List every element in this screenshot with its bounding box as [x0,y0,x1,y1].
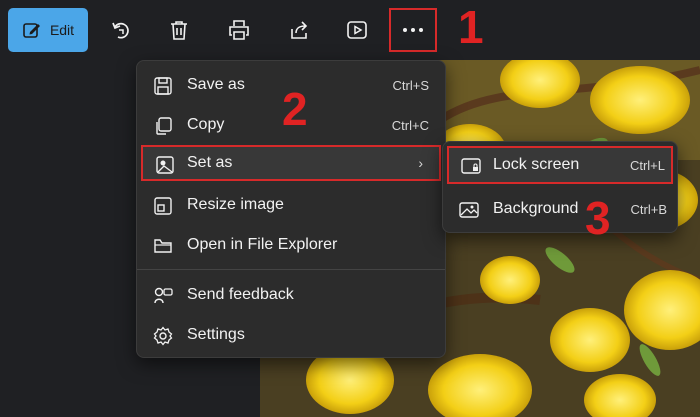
menu-item-shortcut: Ctrl+C [391,117,429,133]
menu-item-label: Open in File Explorer [187,236,338,253]
menu-item-settings[interactable]: Settings [141,317,441,353]
more-options-button[interactable] [389,8,437,52]
step-number-1: 1 [458,1,484,53]
menu-item-set-as[interactable]: Set as › [141,145,441,181]
delete-button[interactable] [164,15,194,45]
copy-icon [156,117,172,135]
chevron-right-icon: › [418,155,423,171]
menu-item-label: Send feedback [187,286,294,303]
resize-icon [154,197,172,215]
rotate-icon [112,22,129,39]
submenu-item-lock-screen[interactable]: Lock screen Ctrl+L [447,146,673,184]
settings-icon [153,326,173,346]
step-number-2: 2 [282,83,308,135]
menu-item-resize-image[interactable]: Resize image [141,187,441,223]
submenu-item-label: Lock screen [493,156,580,173]
more-options-icon [403,28,423,32]
menu-item-label: Settings [187,326,245,343]
rotate-button[interactable] [106,15,136,45]
edit-button[interactable]: Edit [8,8,88,52]
lock-screen-icon [461,158,481,174]
menu-divider [137,269,445,270]
menu-item-shortcut: Ctrl+S [392,77,429,93]
background-icon [459,202,479,218]
submenu-item-shortcut: Ctrl+B [630,201,667,217]
folder-icon [154,239,172,253]
set-as-icon [156,156,174,174]
print-icon [229,20,249,40]
menu-item-label: Copy [187,116,225,133]
slideshow-button[interactable] [342,15,372,45]
set-as-submenu: Lock screen Ctrl+L Background Ctrl+B [442,141,678,233]
menu-item-label: Save as [187,76,245,93]
delete-icon [171,21,187,40]
edit-label: Edit [49,22,75,38]
toolbar: Edit [0,0,700,60]
menu-item-send-feedback[interactable]: Send feedback [141,277,441,313]
step-number-3: 3 [585,192,611,244]
submenu-item-label: Background [493,200,579,217]
share-button[interactable] [284,15,314,45]
save-icon [154,77,172,95]
print-button[interactable] [224,15,254,45]
slideshow-icon [347,21,367,39]
menu-item-label: Resize image [187,196,284,213]
menu-item-label: Set as [187,154,233,171]
menu-item-open-in-file-explorer[interactable]: Open in File Explorer [141,227,441,263]
submenu-item-background[interactable]: Background Ctrl+B [447,190,673,228]
submenu-item-shortcut: Ctrl+L [629,157,665,173]
edit-icon [23,23,40,38]
feedback-icon [154,287,173,304]
share-icon [291,21,308,39]
